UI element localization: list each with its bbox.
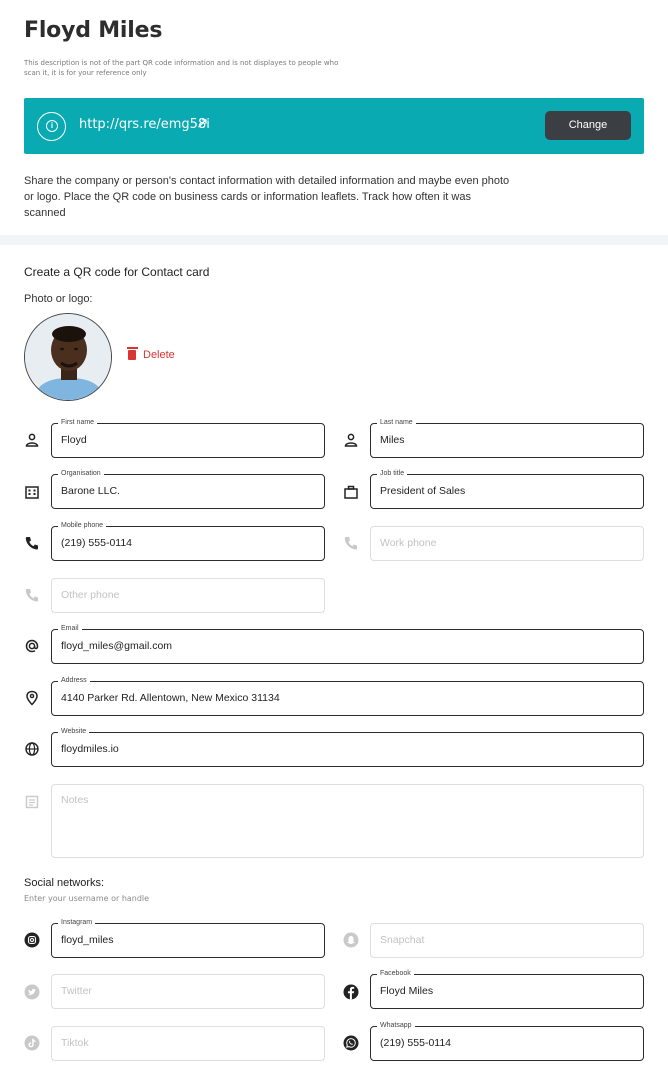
person-icon [343, 432, 359, 448]
at-icon [24, 638, 40, 654]
lead-text: Share the company or person's contact in… [24, 175, 510, 219]
delete-photo-button[interactable]: Delete [126, 347, 175, 361]
snapchat-icon [343, 932, 359, 948]
phone-icon [24, 535, 40, 551]
phone-icon [343, 535, 359, 551]
briefcase-icon [343, 484, 359, 500]
facebook-icon [343, 984, 359, 1000]
phone-icon [24, 587, 40, 603]
tiktok-icon [24, 1035, 40, 1051]
snapchat-field[interactable]: Snapchat [370, 923, 644, 958]
page-description: This description is not of the part QR c… [24, 59, 339, 77]
twitter-icon [24, 984, 40, 1000]
delete-label: Delete [143, 349, 175, 361]
work-phone-field[interactable]: Work phone [370, 526, 644, 561]
external-link-icon[interactable]: ↗ [196, 114, 209, 132]
page-title: Floyd Miles [24, 18, 163, 43]
website-field[interactable]: Website floydmiles.io [51, 727, 644, 767]
other-phone-field[interactable]: Other phone [51, 578, 325, 613]
notes-textarea[interactable]: Notes [51, 784, 644, 858]
whatsapp-icon [343, 1035, 359, 1051]
trash-icon [126, 347, 138, 360]
mobile-phone-field[interactable]: Mobile phone (219) 555-0114 [51, 521, 325, 561]
instagram-icon [24, 932, 40, 948]
last-name-field[interactable]: Last name Miles [370, 418, 644, 458]
social-networks-title: Social networks: [24, 877, 105, 889]
instagram-field[interactable]: Instagram floyd_miles [51, 918, 325, 958]
notes-icon [24, 794, 40, 810]
email-field[interactable]: Email floyd_miles@gmail.com [51, 624, 644, 664]
first-name-field[interactable]: First name Floyd [51, 418, 325, 458]
info-icon[interactable]: i [37, 112, 66, 141]
location-icon [24, 690, 40, 706]
address-field[interactable]: Address 4140 Parker Rd. Allentown, New M… [51, 676, 644, 716]
tiktok-field[interactable]: Tiktok [51, 1026, 325, 1061]
organisation-field[interactable]: Organisation Barone LLC. [51, 469, 325, 509]
qr-url-banner: i http://qrs.re/emg58i ↗ Change [24, 98, 644, 154]
building-icon [24, 484, 40, 500]
facebook-field[interactable]: Facebook Floyd Miles [370, 969, 644, 1009]
person-icon [24, 432, 40, 448]
qr-short-url[interactable]: http://qrs.re/emg58i [79, 117, 210, 132]
section-divider [0, 235, 668, 245]
twitter-field[interactable]: Twitter [51, 974, 325, 1009]
change-button[interactable]: Change [545, 111, 631, 140]
whatsapp-field[interactable]: Whatsapp (219) 555-0114 [370, 1021, 644, 1061]
social-networks-subtitle: Enter your username or handle [24, 894, 150, 903]
photo-label: Photo or logo: [24, 293, 93, 305]
avatar[interactable] [24, 313, 112, 401]
globe-icon [24, 741, 40, 757]
form-section-title: Create a QR code for Contact card [24, 265, 210, 279]
job-title-field[interactable]: Job title President of Sales [370, 469, 644, 509]
